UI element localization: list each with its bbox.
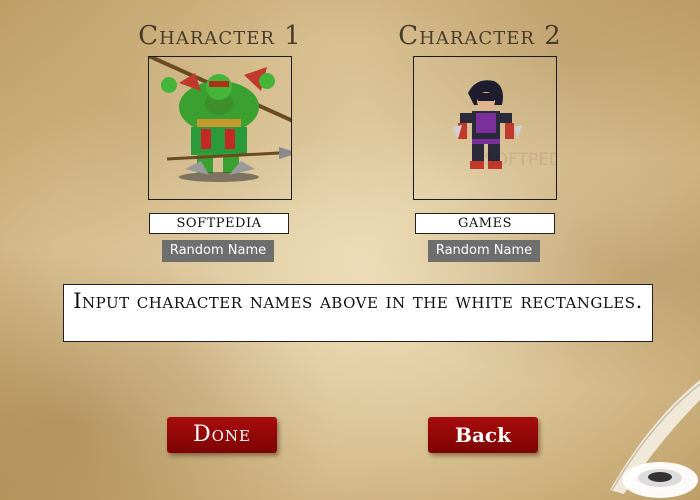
character-1-portrait[interactable] xyxy=(127,41,325,200)
character-2-portrait[interactable]: SOFTPEDIA xyxy=(413,56,579,200)
watermark-text: SOFTPEDIA xyxy=(484,150,556,170)
character-1-random-name-button[interactable]: Random Name xyxy=(162,240,274,262)
character-1-heading: Character 1 xyxy=(138,21,302,51)
back-button[interactable]: Back xyxy=(428,417,538,453)
instruction-text: Input character names above in the white… xyxy=(73,289,643,313)
character-1-name-input[interactable]: SOFTPEDIA xyxy=(149,213,289,234)
instruction-box: Input character names above in the white… xyxy=(63,284,653,342)
done-button[interactable]: Done xyxy=(167,417,277,453)
ninja-fighter-sprite: SOFTPEDIA xyxy=(452,80,579,170)
orc-warrior-sprite xyxy=(127,41,325,182)
character-2-name-input[interactable]: GAMES xyxy=(415,213,555,234)
character-2-random-name-button[interactable]: Random Name xyxy=(428,240,540,262)
quill-inkwell-decoration xyxy=(610,380,700,498)
character-2-heading: Character 2 xyxy=(398,21,562,51)
